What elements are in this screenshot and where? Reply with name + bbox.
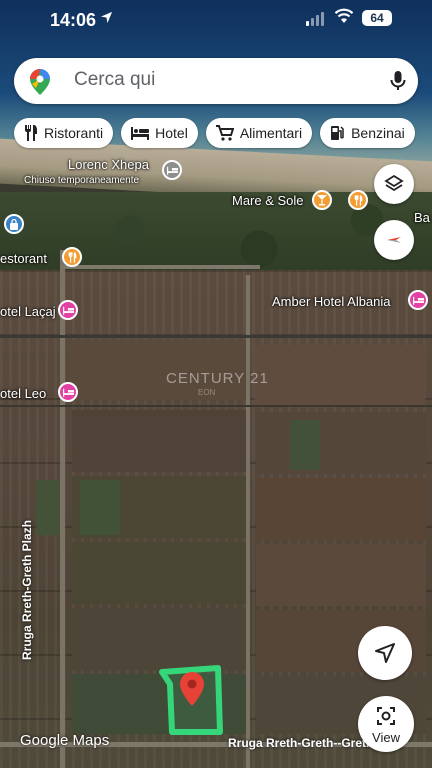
cellular-signal-icon — [306, 12, 324, 26]
restaurant-poi[interactable] — [62, 247, 82, 267]
bar-poi[interactable] — [312, 190, 332, 210]
layers-icon — [384, 174, 404, 192]
watermark-sub: EON — [198, 388, 216, 397]
poi-label[interactable]: otel Laçaj — [0, 304, 56, 319]
hotel-bed-icon — [131, 126, 150, 140]
hotel-bed-icon — [62, 388, 74, 397]
layers-button[interactable] — [374, 164, 414, 204]
view-button[interactable]: View — [358, 696, 414, 752]
shopping-bag-icon — [10, 218, 18, 230]
restaurant-poi[interactable] — [348, 190, 368, 210]
restaurant-icon — [24, 125, 38, 141]
battery-indicator: 64 — [362, 10, 392, 26]
restaurant-icon — [354, 194, 362, 206]
maps-logo-icon — [30, 69, 50, 100]
poi-label[interactable]: Lorenc Xhepa — [68, 157, 149, 172]
poi-sublabel: Chiuso temporaneamente — [24, 175, 140, 186]
poi-label[interactable]: estorant — [0, 251, 47, 266]
location-pin-icon[interactable] — [180, 672, 204, 711]
watermark: CENTURY 21 — [166, 370, 269, 387]
wifi-icon — [334, 8, 354, 29]
google-maps-logo: Google Maps — [20, 732, 110, 749]
search-bar[interactable]: Cerca qui — [14, 58, 418, 104]
shopping-poi[interactable] — [4, 214, 24, 234]
hotel-poi[interactable] — [58, 300, 78, 320]
poi-label[interactable]: Ba — [414, 210, 430, 225]
poi-label[interactable]: otel Leo — [0, 386, 46, 401]
chip-label: Hotel — [155, 125, 188, 141]
restaurant-icon — [68, 251, 76, 263]
chip-hotel[interactable]: Hotel — [121, 118, 198, 148]
street-label-vertical: Rruga Rreth-Greth Plazh — [20, 519, 34, 660]
hotel-poi[interactable] — [408, 290, 428, 310]
gas-station-icon — [330, 125, 345, 141]
clock: 14:06 — [50, 10, 97, 30]
microphone-icon[interactable] — [390, 70, 406, 97]
poi-label[interactable]: Amber Hotel Albania — [272, 294, 391, 309]
navigation-arrow-icon — [375, 643, 395, 663]
poi-label[interactable]: Mare & Sole — [232, 193, 304, 208]
view-label: View — [372, 730, 400, 745]
hotel-bed-icon — [412, 296, 424, 305]
chip-gas-stations[interactable]: Benzinai — [320, 118, 415, 148]
chip-groceries[interactable]: Alimentari — [205, 118, 313, 148]
cocktail-icon — [317, 194, 327, 205]
chip-restaurants[interactable]: Ristoranti — [14, 118, 114, 148]
chip-label: Alimentari — [239, 125, 303, 141]
chip-label: Ristoranti — [44, 125, 104, 141]
status-bar: 14:06 64 — [0, 0, 432, 40]
shopping-cart-icon — [215, 125, 234, 141]
search-input[interactable]: Cerca qui — [74, 69, 155, 91]
street-view-icon — [376, 706, 396, 731]
hotel-poi-gray[interactable] — [162, 160, 182, 180]
hotel-poi[interactable] — [58, 382, 78, 402]
my-location-button[interactable] — [358, 626, 412, 680]
hotel-bed-icon — [166, 166, 178, 175]
hotel-bed-icon — [62, 306, 74, 315]
category-chips: Ristoranti Hotel Alimentari Benzinai — [14, 118, 415, 148]
compass-icon — [387, 237, 401, 243]
location-arrow-icon — [100, 11, 113, 28]
chip-label: Benzinai — [351, 125, 405, 141]
compass-button[interactable] — [374, 220, 414, 260]
